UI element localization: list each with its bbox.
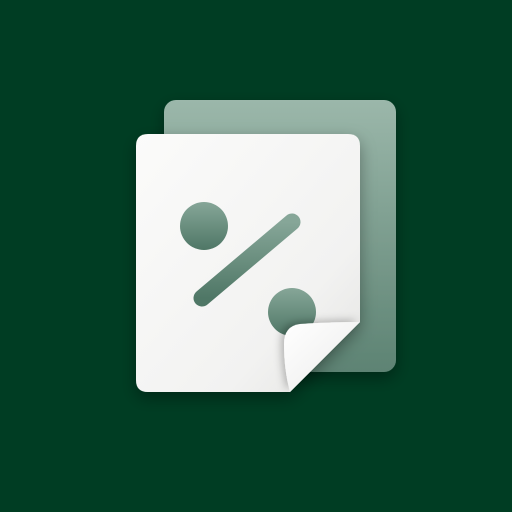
percent-document-icon (136, 100, 396, 392)
percent-top-dot (180, 202, 228, 250)
app-icon (0, 0, 512, 512)
